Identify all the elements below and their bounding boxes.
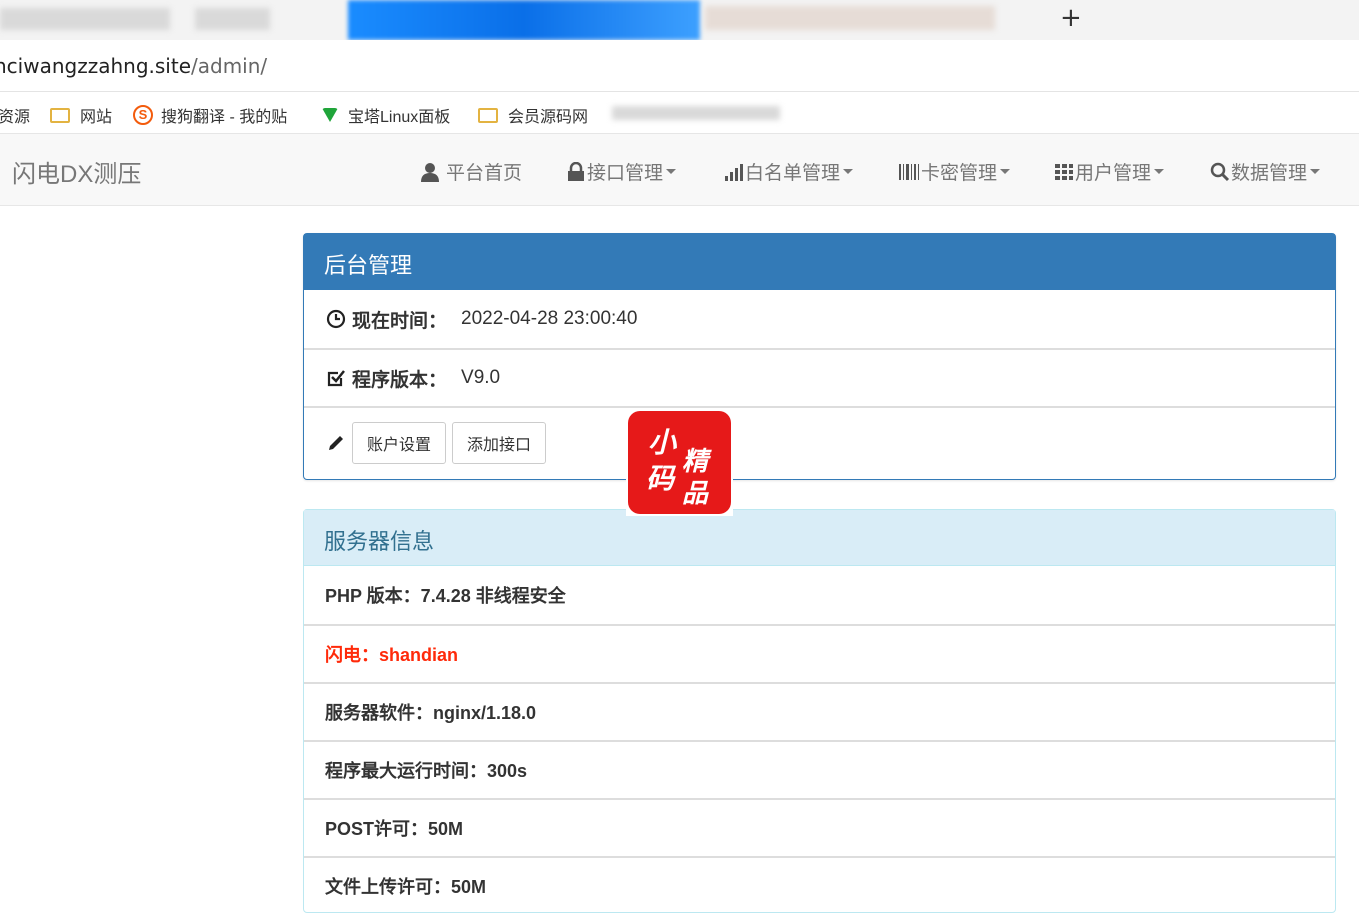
- info-row-php: PHP 版本：7.4.28 非线程安全: [325, 586, 566, 606]
- checkbox-icon: [327, 370, 345, 387]
- actions-row: 账户设置 添加接口: [304, 406, 1335, 478]
- grid-icon: [1055, 163, 1073, 180]
- barcode-icon: [899, 163, 919, 180]
- version-label: 程序版本：: [352, 369, 448, 391]
- caret-down-icon: [1000, 169, 1011, 174]
- account-settings-button[interactable]: 账户设置: [352, 422, 447, 464]
- nav-label: 接口管理: [587, 163, 664, 184]
- bookmark-label: 搜狗翻译 - 我的贴: [161, 109, 288, 126]
- bookmark-label: 宝塔Linux面板: [348, 109, 451, 126]
- nav-item-home[interactable]: 平台首页: [420, 158, 522, 185]
- new-tab-button[interactable]: +: [1060, 4, 1082, 32]
- brand-title[interactable]: 闪电DX测压: [12, 154, 141, 189]
- pencil-icon: [329, 436, 343, 450]
- nav-label: 平台首页: [446, 163, 523, 184]
- seal-char: 码: [646, 462, 675, 495]
- version-value: V9.0: [461, 367, 501, 388]
- search-icon: [1210, 162, 1230, 181]
- blurred-tab[interactable]: [705, 6, 995, 30]
- time-label: 现在时间：: [352, 310, 448, 332]
- info-row-server-software: 服务器软件：nginx/1.18.0: [304, 682, 1335, 740]
- caret-down-icon: [1154, 169, 1165, 174]
- nav-label: 白名单管理: [745, 163, 841, 184]
- nav-label: 数据管理: [1231, 163, 1308, 184]
- watermark-seal: 小 精 码 品: [626, 409, 733, 516]
- user-icon: [421, 162, 439, 182]
- admin-panel-title: 后台管理: [304, 234, 1335, 290]
- version-row: 程序版本： V9.0: [304, 348, 1335, 406]
- server-info-panel: 服务器信息 PHP 版本：7.4.28 非线程安全 闪电：shandian 服务…: [303, 509, 1336, 913]
- url-host: nciwangzzahng.site: [0, 54, 191, 78]
- url-path: /admin/: [191, 54, 268, 78]
- nav-item-data[interactable]: 数据管理: [1210, 158, 1321, 185]
- signal-icon: [725, 163, 743, 181]
- baota-icon: [322, 108, 338, 122]
- clock-icon: [326, 309, 346, 329]
- active-tab[interactable]: [348, 0, 700, 40]
- seal-char: 品: [682, 479, 709, 509]
- nav-item-whitelist[interactable]: 白名单管理: [724, 158, 854, 185]
- add-api-button[interactable]: 添加接口: [452, 422, 547, 464]
- lock-icon: [568, 161, 584, 181]
- bookmarks-bar: 资源 网站 S 搜狗翻译 - 我的贴 宝塔Linux面板 会员源码网: [0, 92, 1359, 134]
- info-row-post-limit: POST许可：50M: [304, 798, 1335, 856]
- url-text[interactable]: nciwangzzahng.site/admin/: [0, 54, 267, 78]
- nav-label: 卡密管理: [921, 163, 998, 184]
- current-time-row: 现在时间： 2022-04-28 23:00:40: [304, 290, 1335, 348]
- info-row-max-exec-time: 程序最大运行时间：300s: [304, 740, 1335, 798]
- sogou-icon: S: [133, 105, 153, 125]
- folder-icon: [478, 107, 498, 123]
- time-value: 2022-04-28 23:00:40: [461, 308, 638, 329]
- bookmark-folder[interactable]: 网站: [50, 103, 112, 127]
- nav-item-users[interactable]: 用户管理: [1054, 158, 1165, 185]
- caret-down-icon: [1310, 169, 1321, 174]
- nav-item-card-keys[interactable]: 卡密管理: [898, 158, 1011, 185]
- seal-background: 小 精 码 品: [628, 411, 731, 514]
- blurred-tab[interactable]: [195, 8, 270, 30]
- caret-down-icon: [666, 169, 677, 174]
- admin-panel: 后台管理 现在时间： 2022-04-28 23:00:40 程序版本： V9.…: [303, 233, 1336, 480]
- bookmark-item[interactable]: 宝塔Linux面板: [322, 103, 450, 127]
- info-row-name: 闪电：shandian: [304, 624, 1335, 682]
- browser-tab-bar: +: [0, 0, 1359, 40]
- bookmark-folder[interactable]: 会员源码网: [478, 103, 588, 127]
- seal-char: 小: [648, 426, 677, 459]
- bookmark-label: 会员源码网: [508, 109, 589, 126]
- bookmark-label: 网站: [80, 109, 113, 126]
- blurred-bookmark[interactable]: [612, 106, 780, 120]
- folder-icon: [50, 107, 70, 123]
- nav-label: 用户管理: [1075, 163, 1152, 184]
- info-row-upload-limit: 文件上传许可：50M: [304, 856, 1335, 914]
- nav-item-api-management[interactable]: 接口管理: [567, 158, 677, 185]
- blurred-tab[interactable]: [0, 8, 170, 30]
- bookmark-label: 资源: [0, 109, 31, 126]
- top-navbar: 闪电DX测压 平台首页 接口管理 白名单管理 卡密管理 用户管理 数据管理: [0, 134, 1359, 206]
- address-bar[interactable]: nciwangzzahng.site/admin/: [0, 40, 1359, 92]
- server-info-title: 服务器信息: [304, 510, 1335, 566]
- caret-down-icon: [843, 169, 854, 174]
- bookmark-item[interactable]: 资源: [0, 103, 30, 127]
- bookmark-item[interactable]: S 搜狗翻译 - 我的贴: [133, 103, 287, 127]
